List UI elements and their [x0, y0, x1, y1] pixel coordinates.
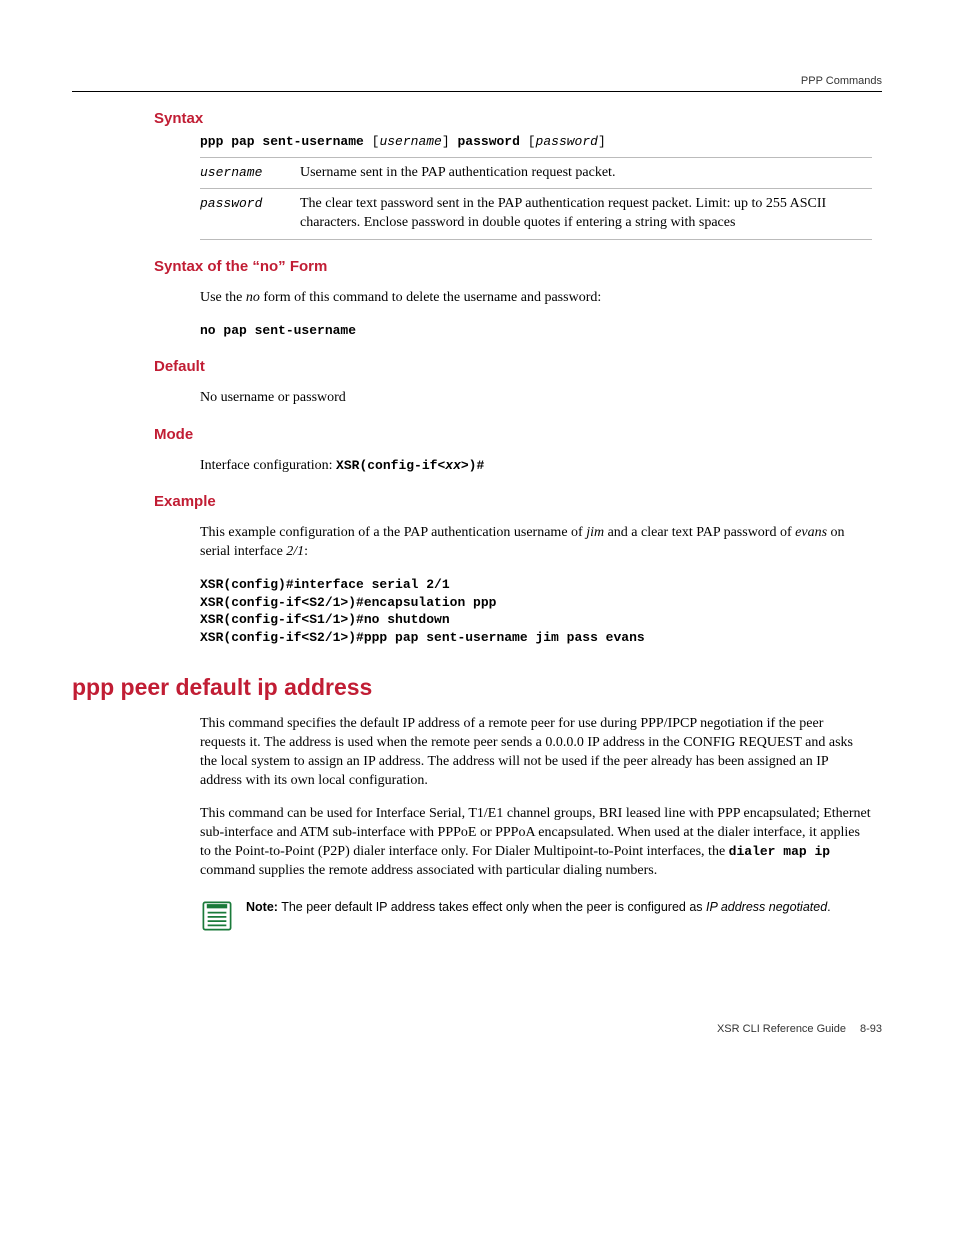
bracket: [ [528, 134, 536, 149]
noform-cmd: no pap sent-username [200, 322, 872, 340]
prompt: XSR(config-if< [336, 458, 445, 473]
example-code: XSR(config)#interface serial 2/1 XSR(con… [200, 576, 872, 646]
text: command supplies the remote address asso… [200, 863, 657, 878]
text: : [304, 544, 308, 559]
page-footer: XSR CLI Reference Guide 8-93 [72, 1023, 882, 1035]
text-ital: 2/1 [286, 544, 304, 559]
text: The peer default IP address takes effect… [278, 900, 706, 914]
text: Interface configuration: [200, 458, 336, 473]
text-ital: no [246, 290, 260, 305]
text-ital: jim [586, 525, 604, 540]
cmd2-para2: This command can be used for Interface S… [200, 805, 872, 881]
param-desc: Username sent in the PAP authentication … [300, 157, 872, 189]
bracket: ] [598, 134, 606, 149]
section-example: Example [154, 493, 882, 510]
example-text: This example configuration of a the PAP … [200, 524, 872, 562]
param-desc: The clear text password sent in the PAP … [300, 189, 872, 240]
footer-guide: XSR CLI Reference Guide [717, 1023, 846, 1035]
note-text: Note: The peer default IP address takes … [246, 899, 831, 916]
syntax-command-line: ppp pap sent-username [ username] passwor… [200, 133, 872, 151]
text: and a clear text PAP password of [604, 525, 795, 540]
note-block: Note: The peer default IP address takes … [200, 899, 872, 933]
command-heading: ppp peer default ip address [72, 674, 882, 701]
table-row: username Username sent in the PAP authen… [200, 157, 872, 189]
section-mode: Mode [154, 426, 882, 443]
syntax-arg: username [379, 134, 441, 149]
prompt-var: xx [445, 458, 461, 473]
prompt: >)# [461, 458, 484, 473]
bracket: ] [442, 134, 450, 149]
section-default: Default [154, 358, 882, 375]
text: Use the [200, 290, 246, 305]
text: form of this command to delete the usern… [260, 290, 601, 305]
footer-page: 8-93 [860, 1023, 882, 1035]
text: . [827, 900, 830, 914]
syntax-arg: password [536, 134, 598, 149]
param-name: password [200, 189, 300, 240]
note-label: Note: [246, 900, 278, 914]
section-noform: Syntax of the “no” Form [154, 258, 882, 275]
inline-cmd: dialer map ip [729, 844, 830, 859]
text-ital: evans [795, 525, 827, 540]
table-row: password The clear text password sent in… [200, 189, 872, 240]
syntax-kw: password [458, 134, 520, 149]
section-syntax: Syntax [154, 110, 882, 127]
syntax-kw: ppp pap sent-username [200, 134, 364, 149]
text-ital: IP address negotiated [706, 900, 827, 914]
note-icon [200, 899, 234, 933]
mode-text: Interface configuration: XSR(config-if<x… [200, 457, 872, 476]
noform-text: Use the no form of this command to delet… [200, 289, 872, 308]
cmd2-para1: This command specifies the default IP ad… [200, 715, 872, 791]
default-text: No username or password [200, 389, 872, 408]
parameter-table: username Username sent in the PAP authen… [200, 157, 872, 241]
text: This example configuration of a the PAP … [200, 525, 586, 540]
page-header: PPP Commands [72, 75, 882, 92]
param-name: username [200, 157, 300, 189]
